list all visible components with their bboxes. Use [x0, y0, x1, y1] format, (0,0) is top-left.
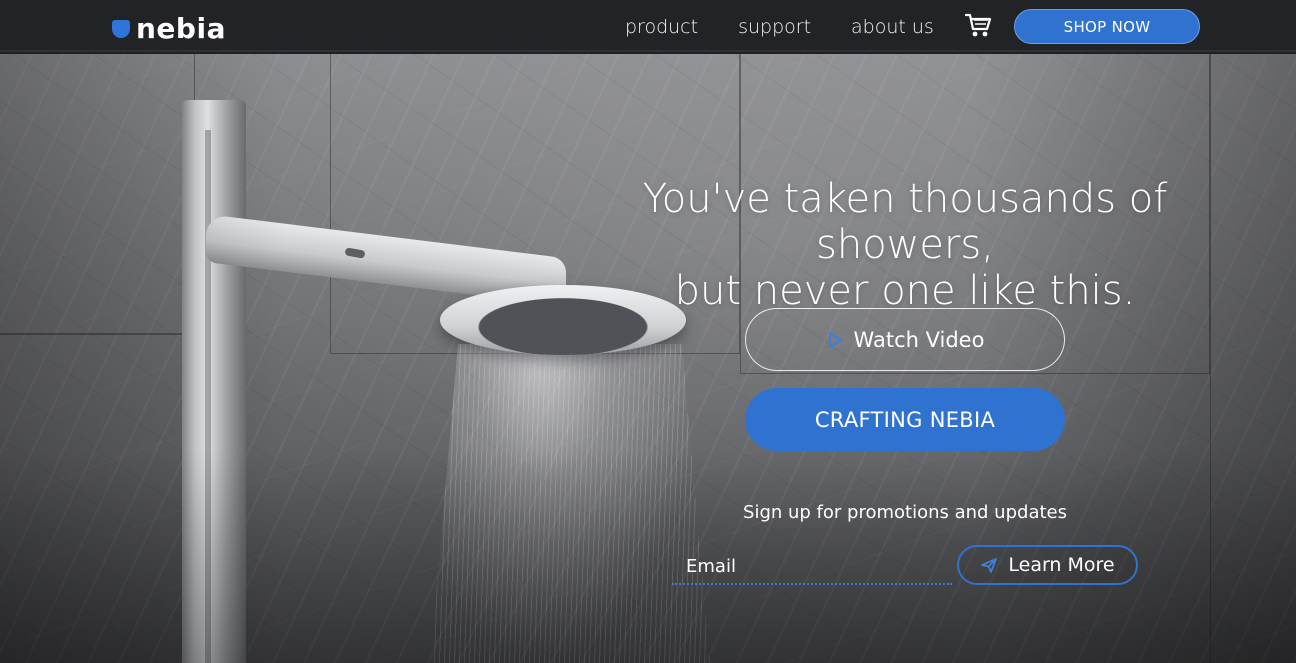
crafting-nebia-button[interactable]: CRAFTING NEBIA — [745, 388, 1065, 451]
learn-more-button[interactable]: Learn More — [957, 545, 1138, 585]
signup-text: Sign up for promotions and updates — [743, 502, 1067, 523]
top-navigation-bar: nebia product support about us SHOP NOW — [0, 0, 1296, 52]
logo-mark-icon — [112, 19, 130, 38]
play-icon — [826, 331, 844, 349]
learn-more-label: Learn More — [1008, 554, 1115, 576]
shop-now-button[interactable]: SHOP NOW — [1014, 9, 1200, 44]
cart-icon[interactable] — [964, 12, 994, 40]
brand-name: nebia — [136, 12, 226, 45]
nav-item-product[interactable]: product — [625, 16, 698, 38]
nav-item-support[interactable]: support — [738, 16, 811, 38]
send-icon — [980, 556, 998, 574]
nav-item-about-us[interactable]: about us — [851, 16, 934, 38]
watch-video-label: Watch Video — [853, 327, 985, 352]
hero-headline: You've taken thousands of showers, but n… — [575, 176, 1235, 314]
main-nav: product support about us — [625, 16, 934, 38]
email-field[interactable] — [672, 549, 952, 585]
email-field-wrapper — [672, 549, 952, 585]
headline-line-1: You've taken thousands of showers, — [642, 176, 1168, 268]
watch-video-button[interactable]: Watch Video — [745, 308, 1065, 371]
brand-logo[interactable]: nebia — [112, 12, 226, 45]
